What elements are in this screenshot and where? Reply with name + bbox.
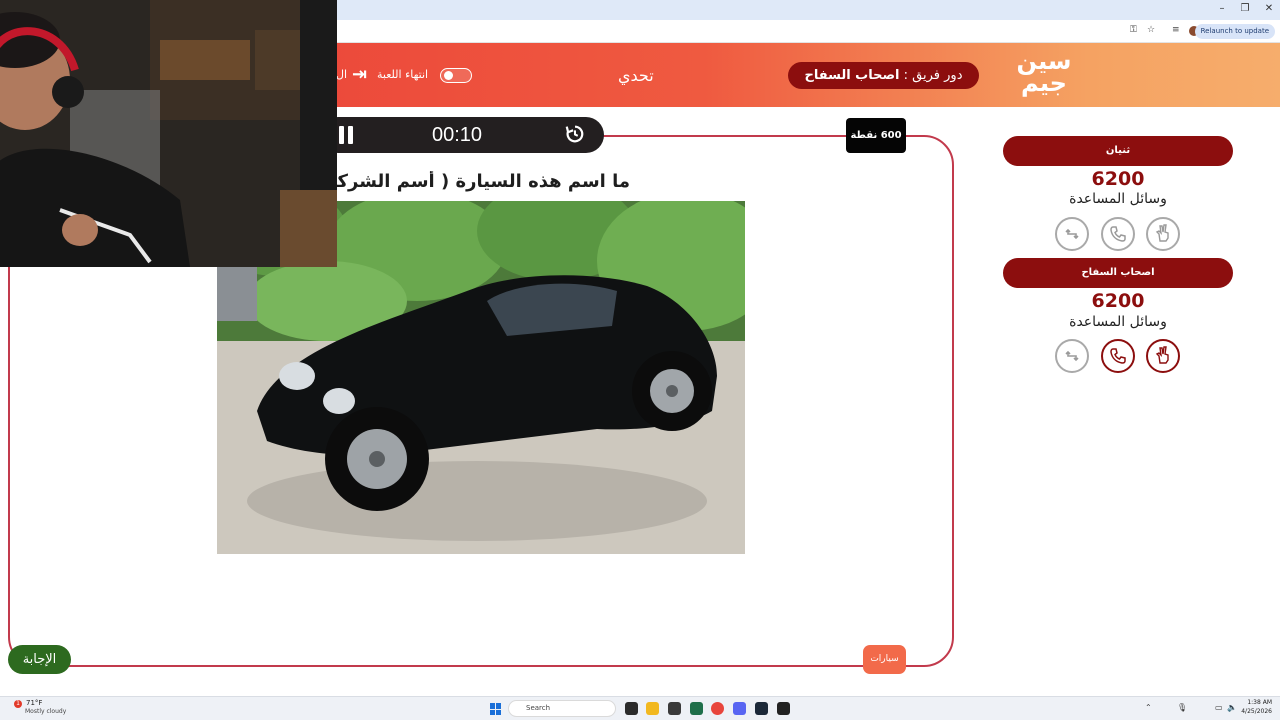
team-1-name: ثنيان xyxy=(1003,136,1233,166)
weather-description: Mostly cloudy xyxy=(25,708,67,715)
chrome-icon[interactable] xyxy=(711,702,724,715)
maximize-icon[interactable]: ❐ xyxy=(1239,3,1251,14)
close-icon[interactable]: ✕ xyxy=(1263,3,1275,14)
logo-line-2: جيم xyxy=(1021,69,1067,97)
question-timer: 00:10 xyxy=(320,117,604,153)
team-2-score: 6200 xyxy=(1091,290,1145,312)
exit-arrow-icon[interactable]: ⇥ xyxy=(352,64,367,85)
toggle-knob xyxy=(444,71,453,80)
app-icon-3[interactable] xyxy=(777,702,790,715)
team-2-name: اصحاب السفاح xyxy=(1003,258,1233,288)
team-1-helpers-label: وسائل المساعدة xyxy=(1069,191,1167,207)
windows-start-icon[interactable] xyxy=(490,703,502,715)
timer-value: 00:10 xyxy=(432,124,483,146)
challenge-button[interactable]: تحدي xyxy=(618,66,654,85)
team-1-two-answers-hand-icon[interactable] xyxy=(1146,217,1180,251)
turn-team-name: اصحاب السفاح xyxy=(804,68,900,83)
bookmark-star-icon[interactable]: ☆ xyxy=(1147,25,1155,35)
clock-date[interactable]: 4/25/2026 xyxy=(1238,708,1272,715)
task-view-icon[interactable] xyxy=(625,702,638,715)
pause-icon[interactable] xyxy=(338,126,354,144)
network-icon[interactable]: ▭ xyxy=(1215,703,1223,712)
screen: – ❐ ✕ ⚿ ☆ ≡ Relaunch to update سين جيم د… xyxy=(0,0,1280,720)
category-badge: سيارات xyxy=(863,645,906,674)
password-key-icon[interactable]: ⚿ xyxy=(1130,25,1137,35)
team-2-helpers-label: وسائل المساعدة xyxy=(1069,314,1167,330)
app-icon-2[interactable] xyxy=(690,702,703,715)
file-explorer-icon[interactable] xyxy=(646,702,659,715)
relaunch-update-button[interactable]: Relaunch to update xyxy=(1194,24,1275,39)
team-1-score: 6200 xyxy=(1091,168,1145,190)
steam-icon[interactable] xyxy=(755,702,768,715)
microphone-icon[interactable]: 🎙 xyxy=(1177,703,1187,712)
clock-time[interactable]: 1:38 AM xyxy=(1242,699,1272,706)
tray-chevron-icon[interactable]: ⌃ xyxy=(1145,703,1152,712)
minimize-icon[interactable]: – xyxy=(1216,3,1228,14)
tab-search-icon[interactable]: ≡ xyxy=(1172,25,1180,35)
reset-timer-icon[interactable] xyxy=(564,123,586,145)
webcam-feed xyxy=(0,0,337,267)
turn-prefix: دور فريق : xyxy=(903,68,963,83)
discord-icon[interactable] xyxy=(733,702,746,715)
taskbar-search-input[interactable] xyxy=(508,700,616,717)
team-turn-badge: دور فريق : اصحاب السفاح xyxy=(788,62,979,89)
streamer-webcam xyxy=(0,0,337,267)
header-truncated-label: ال xyxy=(336,68,348,81)
weather-temperature: 71°F xyxy=(26,699,43,707)
volume-icon[interactable]: 🔈 xyxy=(1227,703,1237,712)
os-taskbar: 1 71°F Mostly cloudy Search ⌃ 🎙 ▭ 🔈 1:38… xyxy=(0,696,1280,720)
team-2-double-answer-icon[interactable] xyxy=(1055,339,1089,373)
end-game-label: انتهاء اللعبة xyxy=(377,68,429,81)
app-icon-1[interactable] xyxy=(668,702,681,715)
points-badge: 600 نقطة xyxy=(846,118,906,153)
team-2-two-answers-hand-icon[interactable] xyxy=(1146,339,1180,373)
team-1-phone-icon[interactable] xyxy=(1101,217,1135,251)
end-game-toggle[interactable] xyxy=(440,68,472,83)
app-logo: سين جيم xyxy=(1014,49,1074,102)
question-text: ما اسم هذه السيارة ( أسم الشركة ) ؟ xyxy=(318,171,630,192)
show-answer-button[interactable]: الإجابة xyxy=(8,645,71,674)
taskbar-search-placeholder: Search xyxy=(526,704,551,712)
weather-alert-icon[interactable]: 1 xyxy=(14,700,22,708)
team-2-phone-icon[interactable] xyxy=(1101,339,1135,373)
team-1-double-answer-icon[interactable] xyxy=(1055,217,1089,251)
